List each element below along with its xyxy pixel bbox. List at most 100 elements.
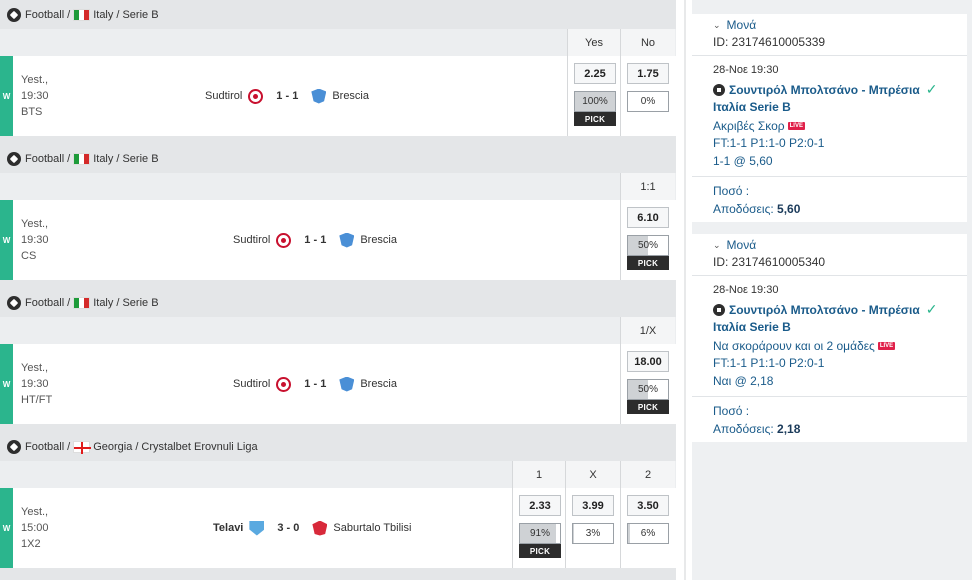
pick-percentage-bar: 6%: [627, 523, 669, 544]
event-time: Yest., 19:30 CS: [21, 216, 49, 264]
slip-market-label: Ακριβές Σκορ: [713, 119, 785, 133]
home-team: Telavi: [213, 522, 244, 534]
pick-badge: PICK: [519, 544, 561, 558]
percentage-fill: [628, 524, 631, 543]
returns: Αποδόσεις: 5,60: [713, 202, 800, 216]
odds-cell: 1.75 0%: [620, 56, 675, 136]
match-teams[interactable]: Sudtirol 1 - 1 Brescia: [233, 376, 397, 392]
match-teams[interactable]: Sudtirol 1 - 1 Brescia: [233, 232, 397, 248]
returns-label: Αποδόσεις:: [713, 202, 774, 216]
odds-cell: 3.50 6%: [620, 488, 675, 568]
bet-type-toggle[interactable]: ⌄ Μονά: [713, 18, 756, 32]
column-header: No: [620, 29, 675, 56]
italy-flag-icon: [73, 152, 91, 165]
away-team-crest-icon: [339, 232, 355, 248]
event-row[interactable]: W Yest., 15:00 1X2 Telavi 3 - 0 Saburtalo Tbil…: [0, 488, 676, 568]
away-team: Brescia: [360, 378, 397, 390]
page-root: Football / Italy / Serie B Yes No W Yest., 19:30 B…: [0, 0, 972, 580]
away-team: Brescia: [360, 234, 397, 246]
event-row[interactable]: W Yest., 19:30 BTS Sudtirol 1 - 1 Brescia 2.25 1…: [0, 56, 676, 136]
bet-slip-card: ⌄ Μονά ID: 23174610005340 28-Νοε 19:30 Σουντ…: [692, 234, 967, 442]
league-label: Serie B: [122, 8, 159, 21]
slip-teams[interactable]: Σουντιρόλ Μπολτσάνο - Μπρέσια ✓: [713, 301, 937, 318]
football-icon: [7, 7, 21, 22]
sport-label: Football: [25, 8, 65, 21]
column-header: 1:1: [620, 173, 675, 200]
market-column-headers: 1:1: [0, 173, 676, 200]
result-badge: W: [0, 56, 13, 136]
time-line: CS: [21, 250, 37, 262]
odds-button[interactable]: 2.25: [574, 63, 616, 84]
match-date: 28-Νοε 19:30: [713, 64, 779, 76]
event-header[interactable]: Football / Georgia / Crystalbet Erovnuli Lig…: [0, 432, 676, 461]
odds-cell: 6.10 50% PICK: [620, 200, 675, 280]
event-row[interactable]: W Yest., 19:30 CS Sudtirol 1 - 1 Brescia 6.10 50…: [0, 200, 676, 280]
odds-button[interactable]: 6.10: [627, 207, 669, 228]
odds-button[interactable]: 3.50: [627, 495, 669, 516]
sport-label: Football: [25, 296, 65, 309]
slip-market: Ακριβές Σκορ LIVE: [713, 119, 805, 133]
odds-button[interactable]: 1.75: [627, 63, 669, 84]
away-team-crest-icon: [312, 520, 328, 536]
result-badge: W: [0, 200, 13, 280]
breadcrumb-separator: /: [116, 296, 120, 309]
home-team-crest-icon: [248, 88, 264, 104]
live-badge: LIVE: [877, 342, 896, 350]
event-header[interactable]: Football / Italy / Serie B: [0, 288, 676, 317]
result-badge: W: [0, 344, 13, 424]
match-score: 1 - 1: [276, 90, 299, 102]
match-teams[interactable]: Sudtirol 1 - 1 Brescia: [205, 88, 369, 104]
pick-percentage-bar: 3%: [572, 523, 614, 544]
returns-value: 2,18: [777, 422, 801, 436]
chevron-down-icon[interactable]: ⌄: [713, 20, 721, 31]
divider: [692, 396, 967, 397]
bet-type-toggle[interactable]: ⌄ Μονά: [713, 238, 756, 252]
event-block: Football / Italy / Serie B 1:1 W Yest., 19:30 CS S…: [0, 144, 676, 281]
time-line: BTS: [21, 106, 43, 118]
match-score: 1 - 1: [304, 378, 327, 390]
pick-percentage-bar: 50%: [627, 379, 669, 400]
slip-league: Ιταλία Serie B: [713, 320, 791, 334]
odds-button[interactable]: 18.00: [627, 351, 669, 372]
country-label: Italy: [93, 296, 114, 309]
home-team: Sudtirol: [233, 378, 271, 390]
column-header: Yes: [567, 29, 620, 56]
slip-league: Ιταλία Serie B: [713, 100, 791, 114]
match-teams[interactable]: Telavi 3 - 0 Saburtalo Tbilisi: [213, 520, 411, 536]
slip-result: FT:1-1 P1:1-0 P2:0-1: [713, 136, 825, 150]
sport-label: Football: [25, 440, 65, 453]
event-header[interactable]: Football / Italy / Serie B: [0, 144, 676, 173]
pick-percentage-bar: 0%: [627, 91, 669, 112]
event-block: Football / Georgia / Crystalbet Erovnuli Lig…: [0, 432, 676, 569]
chevron-down-icon[interactable]: ⌄: [713, 240, 721, 251]
match-score: 3 - 0: [277, 522, 300, 534]
percentage-value: 50%: [637, 240, 658, 251]
football-icon: [713, 83, 725, 96]
percentage-value: 0%: [640, 96, 656, 107]
time-line: 19:30: [21, 90, 49, 102]
column-header: 2: [620, 461, 675, 488]
event-time: Yest., 19:30 HT/FT: [21, 360, 52, 408]
slip-market: Να σκοράρουν και οι 2 ομάδες LIVE: [713, 339, 896, 353]
check-icon: ✓: [925, 301, 938, 317]
country-label: Georgia: [93, 440, 133, 453]
returns-label: Αποδόσεις:: [713, 422, 774, 436]
live-badge: LIVE: [787, 122, 805, 130]
home-team: Sudtirol: [233, 234, 271, 246]
market-column-headers: 1X2: [0, 461, 676, 488]
time-line: 1X2: [21, 538, 41, 550]
event-block: Football / Italy / Serie B 1/X W Yest., 19:30 HT/…: [0, 288, 676, 425]
percentage-fill: [573, 524, 575, 543]
odds-button[interactable]: 2.33: [519, 495, 561, 516]
league-label: Crystalbet Erovnuli Liga: [141, 440, 258, 453]
event-row[interactable]: W Yest., 19:30 HT/FT Sudtirol 1 - 1 Brescia 18.…: [0, 344, 676, 424]
event-time: Yest., 19:30 BTS: [21, 72, 49, 120]
time-line: HT/FT: [21, 394, 53, 406]
time-line: 19:30: [21, 234, 49, 246]
odds-cell: 3.99 3%: [565, 488, 620, 568]
slip-teams[interactable]: Σουντιρόλ Μπολτσάνο - Μπρέσια ✓: [713, 81, 937, 98]
event-header[interactable]: Football / Italy / Serie B: [0, 0, 676, 29]
odds-button[interactable]: 3.99: [572, 495, 614, 516]
check-icon: ✓: [925, 81, 938, 97]
football-icon: [7, 151, 21, 166]
